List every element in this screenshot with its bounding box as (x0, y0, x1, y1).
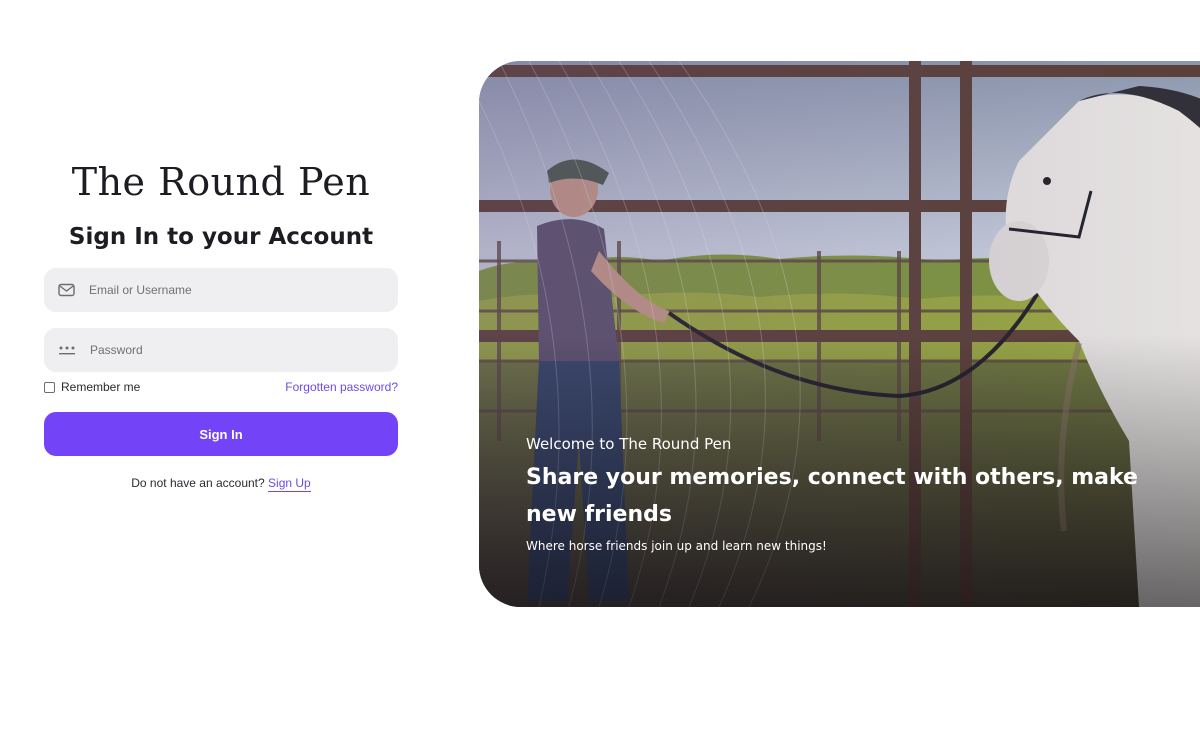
page-title: Sign In to your Account (68, 224, 374, 250)
sign-in-form: The Round Pen Sign In to your Account Em… (44, 150, 398, 492)
sign-up-link[interactable]: Sign Up (268, 476, 311, 492)
brand-logo-text: The Round Pen (71, 160, 371, 204)
hero-panel: Welcome to The Round Pen Share your memo… (479, 61, 1200, 607)
hero-title: Share your memories, connect with others… (526, 465, 1138, 527)
email-input[interactable] (87, 282, 384, 298)
forgot-password-link[interactable]: Forgotten password? (285, 380, 398, 394)
signup-prompt-text: Do not have an account? (131, 476, 265, 490)
form-options-row: Remember me Forgotten password? (44, 380, 398, 394)
remember-me-label: Remember me (61, 380, 141, 394)
password-dots-icon (58, 341, 76, 359)
signup-prompt-row: Do not have an account? Sign Up (44, 476, 398, 492)
password-field[interactable] (44, 328, 398, 372)
sign-in-button[interactable]: Sign In (44, 412, 398, 456)
email-field[interactable] (44, 268, 398, 312)
password-input[interactable] (88, 342, 384, 358)
hero-caption: Welcome to The Round Pen Share your memo… (526, 435, 1166, 553)
envelope-icon (58, 281, 75, 299)
sign-in-page: The Round Pen Sign In to your Account Em… (0, 0, 1200, 750)
remember-me-checkbox[interactable]: Remember me (44, 380, 140, 394)
checkbox-box[interactable] (44, 381, 55, 393)
hero-eyebrow: Welcome to The Round Pen (526, 435, 732, 453)
hero-subtitle: Where horse friends join up and learn ne… (526, 539, 827, 553)
